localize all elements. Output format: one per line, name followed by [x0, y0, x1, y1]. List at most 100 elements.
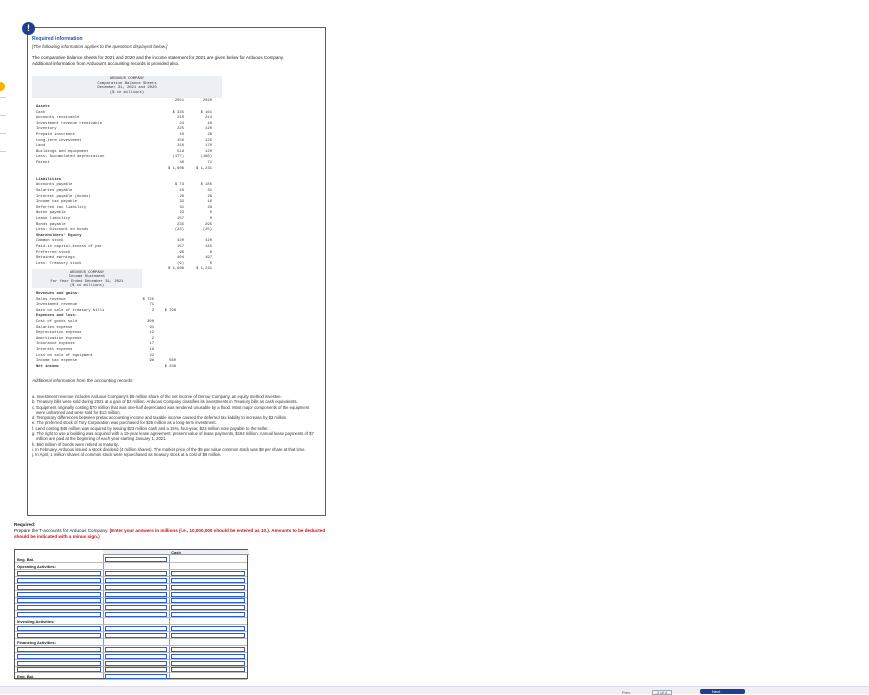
required-text: Prepare the T-accounts for Arduous Compa…: [14, 528, 109, 533]
t-account-debit-input[interactable]: [105, 570, 167, 576]
t-account-description-select[interactable]: [17, 626, 101, 631]
income-statement-total: [154, 303, 176, 308]
income-statement-amount: [132, 292, 154, 297]
t-account-balance-input[interactable]: [105, 557, 167, 562]
additional-note: c. Equipment originally costing $70 mill…: [32, 404, 310, 415]
t-account-description-select[interactable]: [17, 646, 101, 652]
t-account-credit-input[interactable]: [171, 577, 245, 583]
income-statement-amount: 98: [149, 359, 154, 364]
balance-sheet-value-2021: 23: [179, 211, 184, 216]
t-account-debit-input[interactable]: [105, 612, 167, 618]
balance-sheet-value-2020: 170: [205, 144, 212, 149]
balance-sheet-row-label: Patent: [36, 161, 50, 165]
balance-sheet-value-2021: 28: [179, 194, 184, 199]
t-account-debit-input[interactable]: [105, 577, 167, 583]
income-statement-amount: 2: [151, 308, 154, 313]
balance-sheet-value-2020: $ 185: [200, 183, 212, 188]
income-statement-amount: $ 725: [142, 297, 154, 302]
balance-sheet-value-2020: [190, 234, 212, 239]
balance-sheet-value-2021: $ 73: [174, 183, 184, 188]
t-account-debit-input[interactable]: [105, 584, 167, 590]
t-account-credit-input[interactable]: [171, 570, 245, 576]
balance-sheet-row-label: Lease liability: [36, 217, 71, 221]
t-account-debit-input[interactable]: [105, 667, 167, 673]
t-account-description-select[interactable]: [17, 667, 101, 673]
balance-sheet-value-2021: 225: [177, 127, 184, 132]
t-account-description-select[interactable]: [17, 632, 101, 638]
income-statement-total: [154, 354, 176, 359]
balance-sheet-value-2020: 145: [205, 245, 212, 249]
balance-sheet-value-2021: 235: [177, 222, 184, 227]
t-account-debit-input[interactable]: [105, 660, 167, 666]
balance-sheet-value-2020: 120: [205, 127, 212, 132]
t-account-balance-input[interactable]: [105, 674, 167, 680]
t-account-debit-input[interactable]: [105, 653, 167, 659]
prev-button[interactable]: Prev: [622, 690, 630, 695]
required-information-panel: ! Required information [The following in…: [22, 22, 326, 516]
t-account-credit-input[interactable]: [171, 612, 245, 618]
income-statement-row-label: Insurance expense: [36, 342, 75, 347]
balance-sheet-value-2021: 157: [177, 217, 184, 221]
additional-note: b. Treasury bills were sold during 2021 …: [32, 399, 298, 405]
t-account-credit-input[interactable]: [171, 632, 245, 638]
t-account-description-select[interactable]: [17, 653, 101, 659]
balance-sheet-row-label: Inventory: [36, 127, 57, 132]
year-2020-header: 2020: [202, 99, 212, 103]
income-statement-row-label: Expenses and loss:: [36, 314, 78, 319]
t-account-description-select[interactable]: [17, 584, 101, 590]
next-button[interactable]: Next: [700, 689, 745, 694]
t-account-section-label: End. Bal.: [17, 674, 35, 680]
balance-sheet-value-2021: [162, 234, 184, 239]
t-account-credit-input[interactable]: [171, 653, 245, 659]
balance-sheet-value-2020: 295: [205, 222, 212, 227]
t-account-credit-input[interactable]: [171, 660, 245, 666]
additional-info-title: Additional information from the accounti…: [32, 378, 134, 383]
t-account-description-select[interactable]: [17, 660, 101, 666]
t-account-description-select[interactable]: [17, 591, 101, 597]
balance-sheet-row-label: Less: Accumulated depreciation: [36, 155, 105, 160]
balance-sheet-row-label: Accounts receivable: [36, 116, 80, 121]
balance-sheet-value-2021: 40: [179, 161, 184, 165]
income-statement: ARDUOUS COMPANY Income Statement For Yea…: [32, 269, 177, 393]
income-statement-total: [154, 292, 176, 297]
balance-sheet-value-2020: (160): [200, 155, 212, 160]
t-account-debit-input[interactable]: [105, 646, 167, 652]
balance-sheet-value-2021: $ 335: [172, 110, 184, 115]
t-account-debit-input[interactable]: [105, 598, 167, 604]
t-account-credit-input[interactable]: [171, 591, 245, 597]
balance-sheet-value-2021: 31: [179, 205, 184, 210]
balance-sheet-row-label: Preferred stock: [36, 250, 71, 255]
balance-sheet-row-label: Long-term investment: [36, 138, 82, 143]
t-account-debit-input[interactable]: [105, 591, 167, 597]
t-account-credit-input[interactable]: [171, 646, 245, 652]
year-2021-header: 2021: [174, 99, 184, 103]
balance-sheet-value-2020: 420: [205, 239, 212, 244]
t-account-credit-input[interactable]: [171, 584, 245, 590]
t-account-credit-input[interactable]: [171, 598, 245, 604]
t-account-description-select[interactable]: [17, 605, 101, 611]
income-statement-total: [154, 326, 176, 331]
balance-sheet-value-2020: 28: [207, 133, 212, 137]
t-account-debit-input[interactable]: [105, 626, 167, 631]
balance-sheet-value-2021: (177): [172, 155, 184, 160]
t-account-credit-input[interactable]: [171, 667, 245, 673]
t-account-credit-input[interactable]: [171, 626, 245, 631]
statement-units: ($ in millions): [69, 284, 105, 289]
t-account-debit-input[interactable]: [105, 632, 167, 638]
balance-sheet-value-2021: (23): [174, 228, 184, 233]
t-account-description-select[interactable]: [17, 612, 101, 618]
balance-sheet: ARDUOUS COMPANY Comparative Balance Shee…: [32, 76, 222, 282]
income-statement-row-label: Net income: [36, 364, 59, 369]
balance-sheet-value-2021: 404: [177, 256, 184, 261]
t-account-description-select[interactable]: [17, 598, 101, 604]
t-account-debit-input[interactable]: [105, 605, 167, 611]
t-account-credit-input[interactable]: [171, 605, 245, 611]
page-indicator[interactable]: 2 of 4: [652, 690, 673, 695]
income-statement-amount: 22: [149, 353, 154, 358]
t-account-description-select[interactable]: [17, 570, 101, 576]
income-statement-row-label: Salaries expense: [36, 325, 73, 330]
divider: [0, 151, 6, 152]
balance-sheet-row-label: Salaries payable: [36, 189, 73, 193]
t-account-description-select[interactable]: [17, 577, 101, 583]
balance-sheet-value-2021: $ 1,606: [168, 166, 184, 171]
